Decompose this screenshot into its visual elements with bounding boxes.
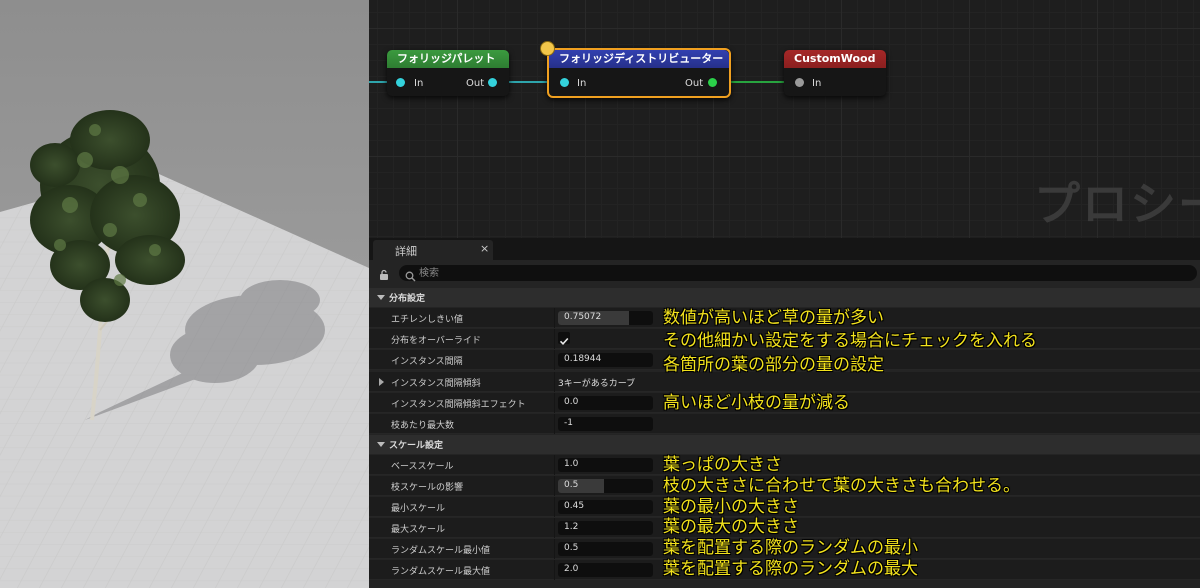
property-row-slope: インスタンス間隔傾斜 3キーがあるカーブ [369,372,1200,392]
field-value: 1.2 [564,522,579,532]
category-label: 分布設定 [389,294,426,304]
property-label: インスタンス間隔傾斜 [391,379,481,389]
checkmark-icon [559,337,569,345]
column-splitter[interactable] [554,329,555,349]
input-pin-label: In [577,78,587,89]
output-pin[interactable] [708,78,717,87]
search-input[interactable] [419,265,1179,281]
column-splitter[interactable] [554,393,555,413]
property-label: 分布をオーバーライド [391,336,481,346]
chevron-down-icon [377,442,385,447]
property-row-max-per-branch: 枝あたり最大数 -1 [369,414,1200,434]
search-icon [405,267,416,286]
property-label: 枝あたり最大数 [391,421,455,431]
annotation-random-max: 葉を配置する際のランダムの最大 [663,559,918,579]
node-graph[interactable]: フォリッジパレット In Out フォリッジディストリビューター In Out … [369,0,1200,238]
field-value: 0.18944 [564,354,602,364]
property-label: ランダムスケール最大値 [391,567,491,577]
graph-watermark: プロシー [1034,177,1200,231]
field-value: 1.0 [564,459,579,469]
node-title: フォリッジディストリビューター [549,50,729,68]
threshold-field[interactable]: 0.75072 [558,311,653,325]
curve-value[interactable]: 3キーがあるカーブ [558,376,635,389]
output-pin-label: Out [466,78,485,89]
base-scale-field[interactable]: 1.0 [558,458,653,472]
field-value: 0.5 [564,480,579,490]
spacing-field[interactable]: 0.18944 [558,353,653,367]
tab-label: 詳細 [395,245,417,258]
override-checkbox[interactable] [558,332,570,345]
category-label: スケール設定 [389,441,444,451]
output-pin[interactable] [488,78,497,87]
property-label: 最大スケール [391,525,446,535]
category-scale[interactable]: スケール設定 [369,435,1200,454]
annotation-min-scale: 葉の最小の大きさ [663,497,799,517]
node-foliage-palette[interactable]: フォリッジパレット In Out [387,50,509,96]
column-splitter[interactable] [554,455,555,475]
max-scale-field[interactable]: 1.2 [558,521,653,535]
chevron-right-icon[interactable] [379,378,384,386]
annotation-slope-effect: 高いほど小枝の量が減る [663,393,850,413]
annotation-max-scale: 葉の最大の大きさ [663,517,799,537]
viewport-scene [0,0,369,588]
chevron-down-icon [377,295,385,300]
field-value: 0.75072 [564,312,602,322]
annotation-override: その他細かい設定をする場合にチェックを入れる [663,331,1037,351]
input-pin-label: In [812,78,822,89]
input-pin[interactable] [396,78,405,87]
random-min-field[interactable]: 0.5 [558,542,653,556]
min-scale-field[interactable]: 0.45 [558,500,653,514]
close-icon[interactable]: × [480,242,489,255]
tab-bar: 詳細 × [369,238,1200,260]
annotation-branch-scale: 枝の大きさに合わせて葉の大きさも合わせる。 [663,476,1020,496]
field-value: 0.5 [564,543,579,553]
category-distribution[interactable]: 分布設定 [369,288,1200,307]
annotation-random-min: 葉を配置する際のランダムの最小 [663,538,918,558]
3d-viewport[interactable] [0,0,369,588]
annotation-spacing: 各箇所の葉の部分の量の設定 [663,355,884,375]
property-label: 枝スケールの影響 [391,483,464,493]
search-row [369,260,1200,286]
input-pin[interactable] [795,78,804,87]
column-splitter[interactable] [554,539,555,559]
node-foliage-distributor[interactable]: フォリッジディストリビューター In Out [540,41,731,98]
exec-pin[interactable] [540,41,555,56]
branch-scale-field[interactable]: 0.5 [558,479,653,493]
input-pin-label: In [414,78,424,89]
node-title: フォリッジパレット [387,50,509,68]
property-label: エチレンしきい値 [391,315,464,325]
search-box[interactable] [399,265,1197,282]
field-value: 0.45 [564,501,585,511]
field-value: 0.0 [564,397,579,407]
input-pin[interactable] [560,78,569,87]
slope-effect-field[interactable]: 0.0 [558,396,653,410]
max-per-branch-field[interactable]: -1 [558,417,653,431]
field-value: 2.0 [564,564,579,574]
column-splitter[interactable] [554,308,555,328]
column-splitter[interactable] [554,372,555,392]
column-splitter[interactable] [554,476,555,496]
tab-details[interactable]: 詳細 × [373,240,493,260]
property-label: ランダムスケール最小値 [391,546,491,556]
property-label: インスタンス間隔傾斜エフェクト [391,400,526,410]
lock-icon[interactable] [378,266,390,285]
property-label: ベーススケール [391,462,454,472]
random-max-field[interactable]: 2.0 [558,563,653,577]
column-splitter[interactable] [554,350,555,370]
annotation-base-scale: 葉っぱの大きさ [663,455,782,475]
column-splitter[interactable] [554,560,555,580]
field-value: -1 [564,418,573,428]
column-splitter[interactable] [554,414,555,434]
node-custom-wood[interactable]: CustomWood In [784,50,886,96]
property-label: インスタンス間隔 [391,357,463,367]
output-pin-label: Out [685,78,704,89]
node-title: CustomWood [784,50,886,68]
annotation-threshold: 数値が高いほど草の量が多い [663,308,884,328]
column-splitter[interactable] [554,518,555,538]
property-row-base-scale: ベーススケール 1.0 [369,455,1200,475]
column-splitter[interactable] [554,497,555,517]
property-label: 最小スケール [391,504,446,514]
